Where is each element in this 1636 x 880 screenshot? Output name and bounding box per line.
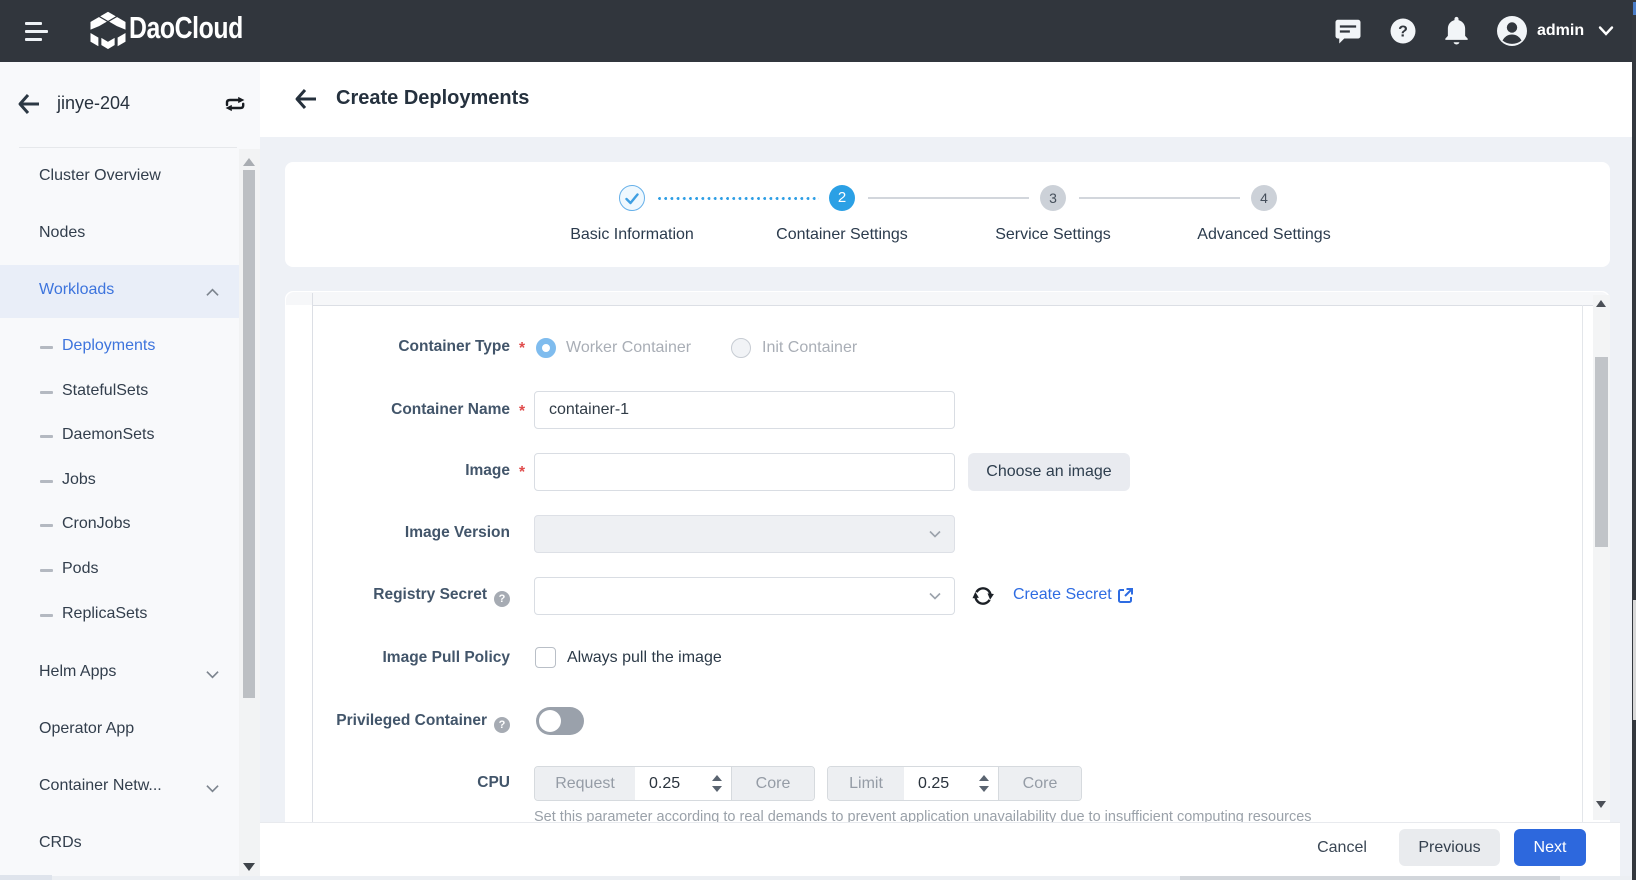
svg-text:?: ?	[1398, 24, 1408, 41]
